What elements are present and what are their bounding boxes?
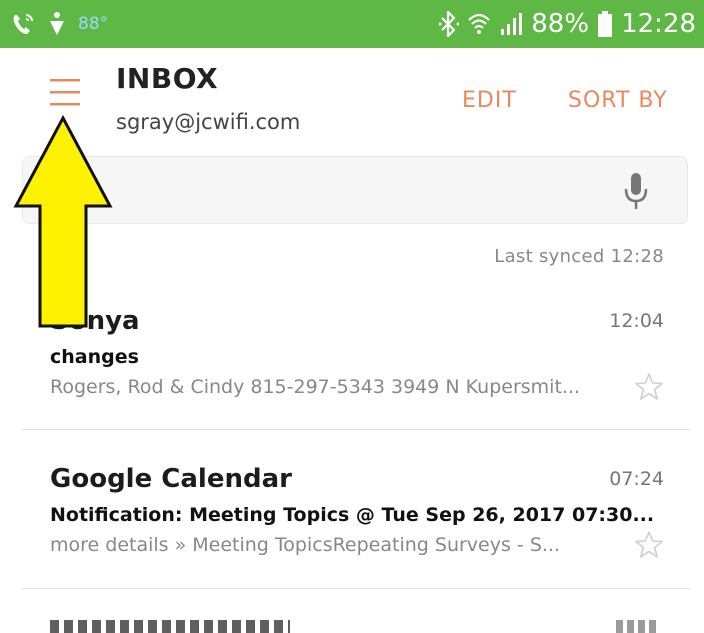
mail-time: 12:04 xyxy=(609,310,664,332)
search-input[interactable]: rch xyxy=(22,156,688,224)
mail-subject: Notification: Meeting Topics @ Tue Sep 2… xyxy=(50,504,655,526)
menu-icon[interactable] xyxy=(46,76,86,110)
edit-button[interactable]: EDIT xyxy=(462,88,517,113)
mic-icon[interactable] xyxy=(623,171,649,211)
partial-sender-ink xyxy=(50,620,290,633)
mail-sender: Sonya xyxy=(50,306,140,336)
notification-icon xyxy=(50,12,64,35)
divider xyxy=(22,588,690,589)
star-icon[interactable] xyxy=(634,372,664,402)
mail-subject: changes xyxy=(50,346,139,368)
battery-percent: 88% xyxy=(531,9,590,39)
battery-icon xyxy=(598,11,613,37)
list-item[interactable]: Google Calendar 07:24 Notification: Meet… xyxy=(0,464,704,574)
status-bar: 88° 88% 12:28 xyxy=(0,0,704,48)
partial-time-ink xyxy=(616,620,660,633)
status-right: 88% 12:28 xyxy=(439,6,696,42)
mail-sender: Google Calendar xyxy=(50,464,292,494)
mail-time: 07:24 xyxy=(609,468,664,490)
wifi-call-icon xyxy=(13,14,33,34)
status-time: 12:28 xyxy=(621,9,696,39)
wifi-icon xyxy=(468,13,491,34)
bluetooth-icon xyxy=(439,10,460,38)
mail-preview: more details » Meeting TopicsRepeating S… xyxy=(50,534,560,556)
last-synced-text: Last synced 12:28 xyxy=(494,246,664,267)
temperature-text: 88° xyxy=(78,14,109,34)
star-icon[interactable] xyxy=(634,530,664,560)
sort-by-button[interactable]: SORT BY xyxy=(568,88,668,113)
account-email: sgray@jcwifi.com xyxy=(116,110,301,134)
status-left: 88° xyxy=(10,8,108,40)
search-placeholder: rch xyxy=(49,177,84,202)
page-title: INBOX xyxy=(116,62,219,95)
signal-icon xyxy=(501,13,523,35)
list-item-partial[interactable] xyxy=(50,620,660,633)
list-item[interactable]: Sonya 12:04 changes Rogers, Rod & Cindy … xyxy=(0,306,704,416)
mail-preview: Rogers, Rod & Cindy 815-297-5343 3949 N … xyxy=(50,376,581,398)
divider xyxy=(22,429,690,430)
